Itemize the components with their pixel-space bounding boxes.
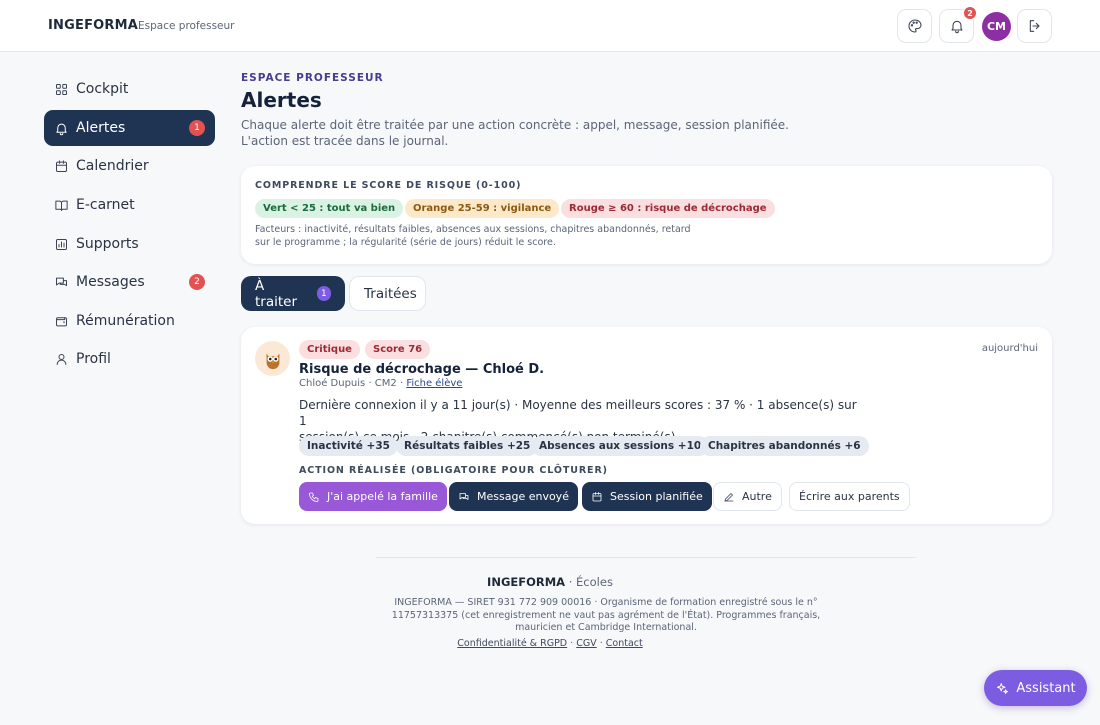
sidebar-item-supports[interactable]: Supports xyxy=(44,226,215,262)
avatar[interactable]: CM xyxy=(982,12,1011,41)
risk-factors-line: sur le programme ; la régularité (série … xyxy=(255,236,556,248)
footer-brand-suffix: · Écoles xyxy=(565,575,613,589)
called-family-button[interactable]: J'ai appelé la famille xyxy=(299,482,447,511)
sparkles-icon xyxy=(997,682,1009,694)
sidebar-item-label: Rémunération xyxy=(76,313,175,329)
score-badge: Score 76 xyxy=(365,340,431,359)
sidebar-item-calendrier[interactable]: Calendrier xyxy=(44,148,215,184)
button-label: Autre xyxy=(742,490,772,503)
owl-avatar-icon xyxy=(255,341,290,376)
sidebar-item-e-carnet[interactable]: E-carnet xyxy=(44,187,215,223)
notification-badge: 2 xyxy=(963,6,977,20)
sidebar-item-label: E-carnet xyxy=(76,197,135,213)
logout-button[interactable] xyxy=(1017,9,1052,43)
student-file-link[interactable]: Fiche élève xyxy=(406,378,462,389)
risk-level-red: Rouge ≥ 60 : risque de décrochage xyxy=(561,199,775,218)
sidebar-item-remuneration[interactable]: Rémunération xyxy=(44,303,215,339)
contact-link[interactable]: Contact xyxy=(606,638,643,649)
button-label: Écrire aux parents xyxy=(799,490,900,503)
chart-icon xyxy=(56,238,67,250)
factor-chip-resultats: Résultats faibles +25 xyxy=(396,436,539,456)
message-count-badge: 2 xyxy=(189,274,205,290)
assistant-button[interactable]: Assistant xyxy=(984,670,1087,706)
sidebar-item-cockpit[interactable]: Cockpit xyxy=(44,71,215,107)
factor-chip-absences: Absences aux sessions +10 xyxy=(531,436,710,456)
sidebar-item-label: Calendrier xyxy=(76,158,149,174)
wallet-icon xyxy=(56,316,67,326)
tab-count-badge: 1 xyxy=(316,286,331,301)
sidebar-item-messages[interactable]: Messages 2 xyxy=(44,264,215,300)
factor-chip-chapitres: Chapitres abandonnés +6 xyxy=(700,436,869,456)
factor-chip-inactivite: Inactivité +35 xyxy=(299,436,398,456)
description-line: Chaque alerte doit être traitée par une … xyxy=(241,118,789,132)
page-title: Alertes xyxy=(241,88,322,112)
top-bar: INGEFORMA Espace professeur 2 CM xyxy=(0,0,1100,52)
sidebar-item-label: Messages xyxy=(76,274,145,290)
tab-label: Traitées xyxy=(364,285,417,302)
user-icon xyxy=(56,353,67,365)
messages-icon xyxy=(56,277,67,286)
risk-score-card: COMPRENDRE LE SCORE DE RISQUE (0-100) Ve… xyxy=(241,166,1052,264)
tab-traitees[interactable]: Traitées xyxy=(349,276,426,311)
student-info: Chloé Dupuis · CM2 · xyxy=(299,378,407,389)
risk-factors-text: Facteurs : inactivité, résultats faibles… xyxy=(255,224,715,249)
sidebar-item-label: Cockpit xyxy=(76,81,129,97)
cgv-link[interactable]: CGV xyxy=(576,638,597,649)
sidebar-item-label: Alertes xyxy=(76,120,126,136)
severity-badge: Critique xyxy=(299,340,360,359)
alert-count-badge: 1 xyxy=(189,120,205,136)
alert-title: Risque de décrochage — Chloé D. xyxy=(299,362,545,377)
other-action-button[interactable]: Autre xyxy=(713,482,782,511)
phone-icon xyxy=(309,492,319,502)
button-label: Message envoyé xyxy=(477,490,569,503)
session-planned-button[interactable]: Session planifiée xyxy=(582,482,712,511)
sidebar-item-label: Profil xyxy=(76,351,111,367)
pencil-icon xyxy=(724,492,734,501)
write-parents-button[interactable]: Écrire aux parents xyxy=(789,482,910,511)
bell-icon xyxy=(56,123,67,135)
alert-student-meta: Chloé Dupuis · CM2 · Fiche élève xyxy=(299,378,462,389)
risk-level-green: Vert < 25 : tout va bien xyxy=(255,199,404,218)
action-section-title: ACTION RÉALISÉE (OBLIGATOIRE POUR CLÔTUR… xyxy=(299,465,608,476)
alert-card: Critique Score 76 aujourd'hui Risque de … xyxy=(241,327,1052,524)
tab-label: À traiter xyxy=(255,277,298,310)
page-description: Chaque alerte doit être traitée par une … xyxy=(241,117,801,149)
footer-brand: INGEFORMA · Écoles xyxy=(0,575,1100,589)
assistant-label: Assistant xyxy=(1016,680,1076,696)
button-label: J'ai appelé la famille xyxy=(327,490,438,503)
book-icon xyxy=(55,200,68,211)
grid-icon xyxy=(56,83,67,95)
brand-logo[interactable]: INGEFORMA xyxy=(48,18,138,33)
alert-date: aujourd'hui xyxy=(981,343,1038,354)
page-eyebrow: ESPACE PROFESSEUR xyxy=(241,72,384,84)
risk-level-orange: Orange 25-59 : vigilance xyxy=(405,199,560,218)
description-line: L'action est tracée dans le journal. xyxy=(241,134,449,148)
sidebar-item-alertes[interactable]: Alertes 1 xyxy=(44,110,215,146)
risk-factors-line: Facteurs : inactivité, résultats faibles… xyxy=(255,224,691,235)
alert-details-line: Dernière connexion il y a 11 jour(s) · M… xyxy=(299,398,857,428)
calendar-icon xyxy=(56,159,67,172)
messages-icon xyxy=(459,492,469,500)
risk-score-title: COMPRENDRE LE SCORE DE RISQUE (0-100) xyxy=(255,180,522,191)
calendar-icon xyxy=(592,491,602,501)
privacy-link[interactable]: Confidentialité & RGPD xyxy=(457,638,567,649)
button-label: Session planifiée xyxy=(610,490,703,503)
sidebar-item-label: Supports xyxy=(76,236,139,252)
message-sent-button[interactable]: Message envoyé xyxy=(449,482,578,511)
theme-button[interactable] xyxy=(897,9,932,43)
footer-legal-text: INGEFORMA — SIRET 931 772 909 00016 · Or… xyxy=(391,597,821,633)
tab-a-traiter[interactable]: À traiter 1 xyxy=(241,276,345,311)
footer-divider xyxy=(376,557,916,558)
palette-icon xyxy=(907,19,922,33)
logout-icon xyxy=(1029,20,1040,32)
sidebar-item-profil[interactable]: Profil xyxy=(44,341,215,377)
footer-links: Confidentialité & RGPD · CGV · Contact xyxy=(457,638,643,649)
bell-icon xyxy=(950,20,963,34)
footer-brand-name: INGEFORMA xyxy=(487,575,566,589)
brand-subtitle: Espace professeur xyxy=(138,20,235,32)
